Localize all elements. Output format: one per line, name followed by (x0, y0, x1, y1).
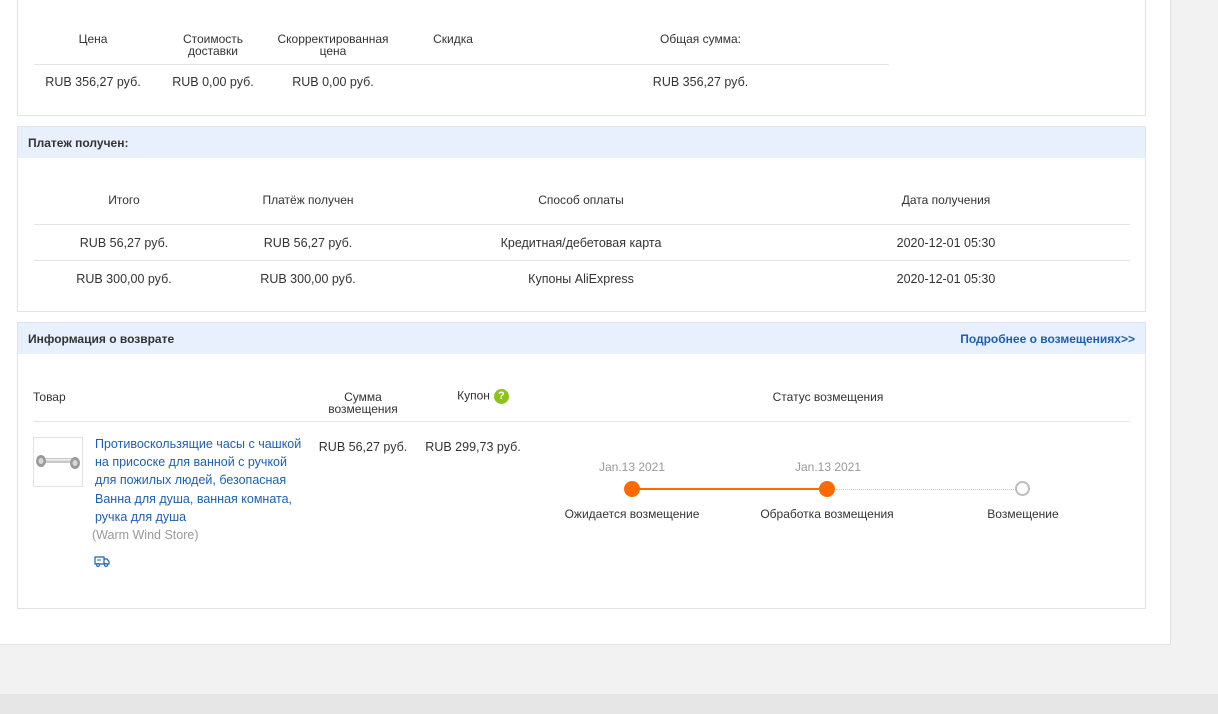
summary-shipping-value: RUB 0,00 руб. (172, 75, 254, 89)
progress-line-pending (836, 489, 1022, 490)
grab-bar-image (36, 455, 80, 469)
refund-panel-title: Информация о возврате (28, 331, 175, 346)
question-icon[interactable]: ? (493, 389, 509, 404)
payment-row-1-received: RUB 56,27 руб. (263, 236, 353, 250)
refund-info-panel: Информация о возврате Подробнее о возмещ… (17, 322, 1146, 609)
header-discount: Скидка (433, 32, 473, 46)
summary-adjusted-value: RUB 0,00 руб. (292, 75, 374, 89)
header-coupon-label: Купон (457, 388, 490, 403)
footer-band (0, 694, 1218, 714)
payment-row-2-received: RUB 300,00 руб. (260, 272, 356, 286)
refund-panel-header: Информация о возврате Подробнее о возмещ… (18, 323, 1145, 354)
payment-row-1-date: 2020-12-01 05:30 (896, 236, 996, 250)
header-refund-amount: Сумма возмещения (328, 390, 398, 416)
step-1-marker (624, 481, 640, 497)
step-1-label: Ожидается возмещение (564, 507, 700, 521)
step-2-marker (819, 481, 835, 497)
truck-icon[interactable] (94, 555, 110, 567)
payment-row-2-date: 2020-12-01 05:30 (896, 272, 996, 286)
step-2-date: Jan.13 2021 (794, 460, 862, 474)
step-3-marker (1015, 481, 1030, 496)
header-product: Товар (33, 390, 66, 404)
order-summary-panel: Цена Стоимость доставки Скорректированна… (17, 0, 1146, 116)
header-payment-method: Способ оплаты (538, 193, 624, 207)
payment-row-2-method: Купоны AliExpress (528, 272, 634, 286)
order-detail-page: Цена Стоимость доставки Скорректированна… (0, 0, 1171, 645)
header-refund-status: Статус возмещения (772, 390, 884, 404)
payment-panel-header: Платеж получен: (18, 127, 1145, 158)
header-payment-date: Дата получения (901, 193, 991, 207)
refund-details-link[interactable]: Подробнее о возмещениях>> (960, 332, 1135, 346)
summary-total-value: RUB 356,27 руб. (652, 75, 749, 89)
header-shipping: Стоимость доставки (182, 32, 244, 58)
summary-divider (34, 64, 889, 65)
header-payment-total: Итого (108, 193, 140, 207)
refund-amount-value: RUB 56,27 руб. (318, 440, 408, 454)
progress-line-completed (632, 488, 828, 490)
summary-price-value: RUB 356,27 руб. (45, 75, 141, 89)
product-name-link[interactable]: Противоскользящие часы с чашкой на присо… (95, 435, 305, 526)
header-coupon: Купон? (438, 389, 528, 404)
store-name: (Warm Wind Store) (92, 528, 199, 542)
header-adjusted-price: Скорректированная цена (277, 32, 389, 58)
step-3-label: Возмещение (987, 507, 1059, 521)
payment-row-1-total: RUB 56,27 руб. (79, 236, 169, 250)
payment-divider (34, 224, 1130, 225)
header-total: Общая сумма: (660, 32, 741, 46)
step-2-label: Обработка возмещения (760, 507, 894, 521)
coupon-value: RUB 299,73 руб. (425, 440, 521, 454)
payment-row-1-method: Кредитная/дебетовая карта (500, 236, 662, 250)
product-thumbnail[interactable] (33, 437, 83, 487)
payment-row-divider (34, 260, 1130, 261)
header-price: Цена (78, 32, 108, 46)
header-payment-received: Платёж получен (262, 193, 354, 207)
payment-panel-title: Платеж получен: (28, 135, 129, 150)
step-1-date: Jan.13 2021 (598, 460, 666, 474)
payment-received-panel: Платеж получен: Итого Платёж получен Спо… (17, 126, 1146, 312)
refund-divider (34, 421, 1130, 422)
payment-row-2-total: RUB 300,00 руб. (76, 272, 172, 286)
